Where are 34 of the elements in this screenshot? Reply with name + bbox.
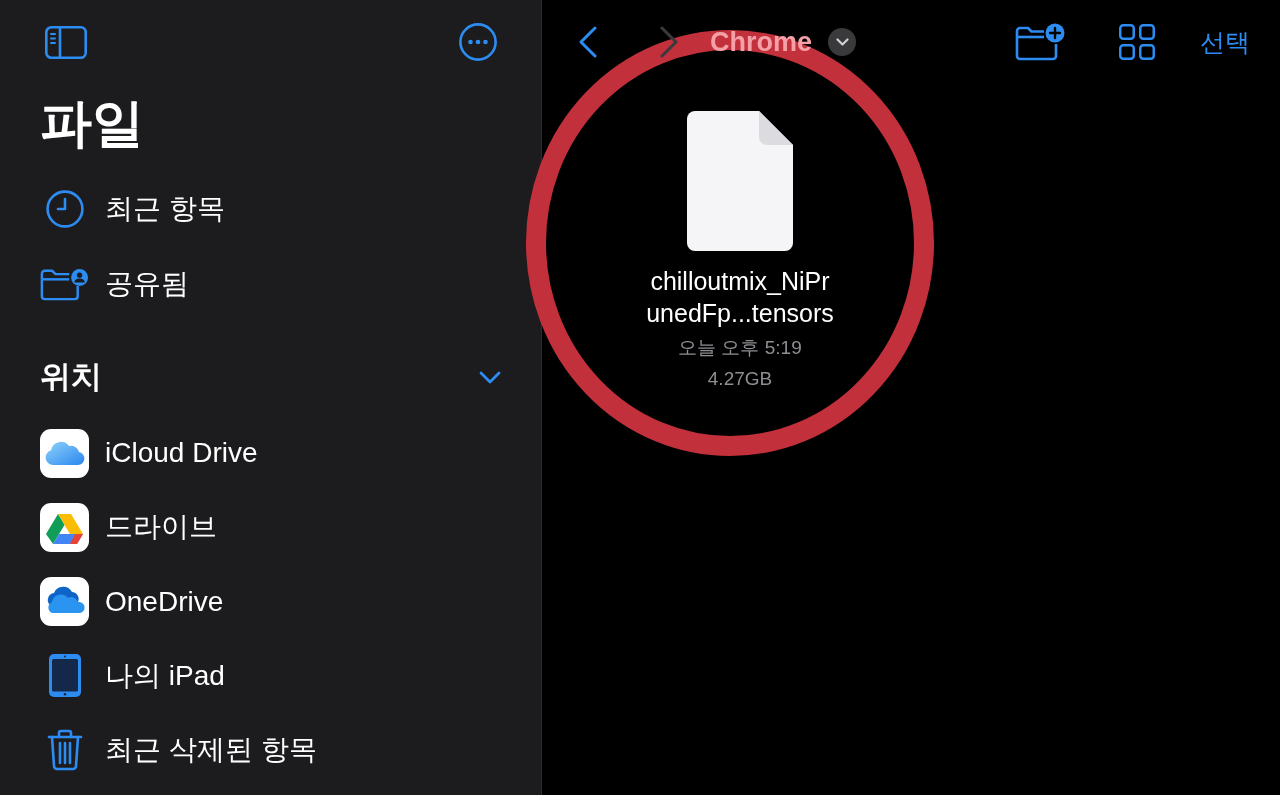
folder-plus-icon [1015,23,1065,61]
chevron-left-icon [579,26,597,58]
sidebar-item[interactable]: 나의 iPad [40,650,225,701]
tablet-icon [48,654,81,698]
sidebar-title: 파일 [40,93,144,153]
new-folder-button[interactable] [1015,23,1065,61]
document-icon[interactable] [687,111,793,251]
trash-icon [46,729,83,772]
clouds-app-icon [40,577,89,627]
view-button[interactable] [1119,24,1155,60]
sidebar-toggle-button[interactable] [45,25,87,59]
title-menu-button[interactable] [828,28,856,56]
sidebar-item[interactable]: 공유됨 [40,259,189,309]
sidebar-item[interactable]: iCloud Drive [40,428,258,478]
file-size: 4.27GB [707,367,773,391]
sidebar-item[interactable]: 드라이브 [40,502,217,553]
shared-folder-icon [40,266,89,302]
file-date: 오늘 오후 5:19 [678,336,802,360]
file-name: chilloutmix_NiPrunedFp...tensors [645,266,835,329]
chevron-down-icon [835,38,849,46]
cloud-app-icon [40,428,89,478]
chevron-right-icon [660,26,678,58]
sidebar-toggle-icon [45,25,87,59]
select-button[interactable]: 선택 [1200,25,1250,59]
clock-icon [45,190,84,228]
sidebar-item[interactable]: 최근 삭제된 항목 [40,725,317,776]
sidebar-item[interactable]: OneDrive [40,576,224,627]
triangle-app-icon [40,502,89,552]
back-button[interactable] [579,26,597,58]
grid-icon [1119,24,1155,60]
sidebar-item[interactable]: 최근 항목 [40,184,225,234]
more-button[interactable] [459,23,497,61]
section-title: 위치 [40,358,102,396]
more-icon [459,23,497,61]
